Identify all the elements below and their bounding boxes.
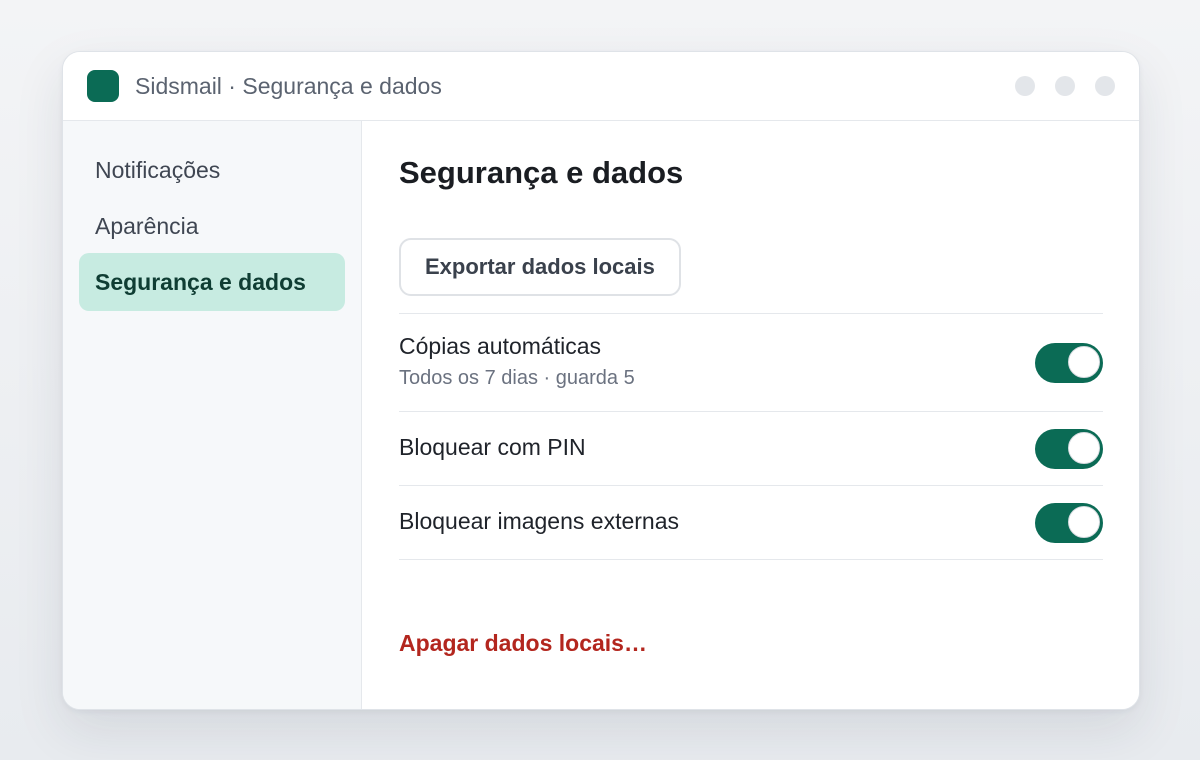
delete-local-data-link[interactable]: Apagar dados locais… — [399, 628, 647, 658]
app-logo-icon — [87, 70, 119, 102]
title-bar: Sidsmail · Segurança e dados — [63, 52, 1139, 121]
sidebar-item-notificacoes[interactable]: Notificações — [79, 141, 345, 199]
window-title: Sidsmail · Segurança e dados — [135, 73, 442, 99]
export-local-data-button[interactable]: Exportar dados locais — [399, 238, 681, 296]
settings-window: Sidsmail · Segurança e dados Notificaçõe… — [62, 51, 1140, 710]
divider — [399, 485, 1103, 486]
sidebar: Notificações Aparência Segurança e dados — [63, 121, 362, 709]
close-button[interactable] — [1095, 76, 1115, 96]
sidebar-item-aparencia[interactable]: Aparência — [79, 197, 345, 255]
toggle-knob — [1068, 506, 1100, 538]
pin-lock-label: Bloquear com PIN — [399, 434, 586, 460]
maximize-button[interactable] — [1055, 76, 1075, 96]
sidebar-item-seguranca-e-dados[interactable]: Segurança e dados — [79, 253, 345, 311]
settings-panel: Segurança e dados Exportar dados locais … — [362, 121, 1139, 709]
divider — [399, 559, 1103, 560]
auto-backup-description: Todos os 7 dias · guarda 5 — [399, 367, 635, 389]
divider — [399, 313, 1103, 314]
block-external-images-label: Bloquear imagens externas — [399, 508, 679, 534]
page-title: Segurança e dados — [399, 155, 684, 190]
window-controls — [1015, 76, 1115, 96]
toggle-knob — [1068, 346, 1100, 378]
minimize-button[interactable] — [1015, 76, 1035, 96]
auto-backup-label: Cópias automáticas — [399, 333, 601, 359]
auto-backup-toggle[interactable] — [1035, 343, 1103, 383]
divider — [399, 411, 1103, 412]
toggle-knob — [1068, 432, 1100, 464]
block-external-images-toggle[interactable] — [1035, 503, 1103, 543]
pin-lock-toggle[interactable] — [1035, 429, 1103, 469]
